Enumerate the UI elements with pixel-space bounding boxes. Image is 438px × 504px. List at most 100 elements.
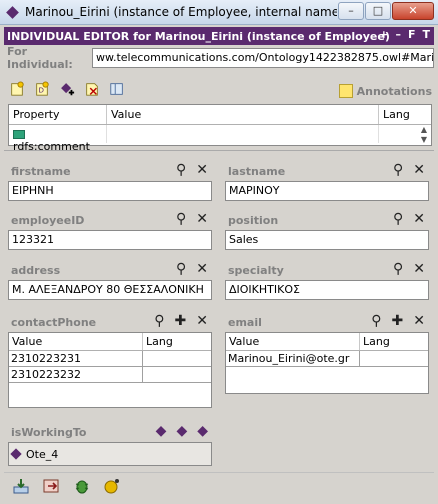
firstname-field[interactable]: ΕΙΡΗΝΗ: [8, 181, 212, 201]
search-icon[interactable]: ⚲: [393, 211, 403, 227]
table-row[interactable]: Marinou_Eirini@ote.gr: [226, 351, 428, 367]
add-icon[interactable]: ✚: [392, 313, 404, 329]
column-header-lang[interactable]: Lang: [143, 333, 211, 350]
column-header-value[interactable]: Value: [9, 333, 143, 350]
table-row[interactable]: rdfs:comment: [9, 125, 431, 153]
table-row[interactable]: 2310223232: [9, 367, 211, 383]
lastname-block: lastname ⚲ ✕ ΜΑΡΙΝΟΥ: [225, 161, 429, 201]
annotation-lang-cell[interactable]: [379, 125, 419, 143]
table-row[interactable]: 2310223231: [9, 351, 211, 367]
phone-lang-cell[interactable]: [143, 351, 211, 366]
annotation-value-cell[interactable]: [107, 125, 379, 143]
column-header-value[interactable]: Value: [107, 105, 379, 124]
add-icon[interactable]: ✚: [175, 313, 187, 329]
contactphone-buttons: ⚲ ✚ ✕: [154, 313, 208, 329]
editor-title: INDIVIDUAL EDITOR for Marinou_Eirini (in…: [7, 29, 390, 43]
column-header-value[interactable]: Value: [226, 333, 360, 350]
contactphone-table: Value Lang 2310223231 2310223232: [8, 332, 212, 408]
import-icon[interactable]: [12, 477, 32, 495]
annotation-toolbar: D: [8, 78, 126, 100]
window-buttons: – □ ✕: [338, 2, 434, 20]
divider: [4, 150, 434, 151]
list-item[interactable]: Ote_4: [26, 448, 58, 461]
header-minus-button[interactable]: –: [395, 28, 401, 41]
search-icon[interactable]: ⚲: [176, 162, 186, 178]
add-instance-icon[interactable]: ◆: [176, 423, 187, 439]
maximize-button[interactable]: □: [365, 2, 391, 20]
isworkingto-list: Ote_4: [8, 442, 212, 466]
delete-icon[interactable]: ✕: [196, 313, 208, 329]
annotations-table-header: Property Value Lang: [9, 105, 431, 125]
delete-icon[interactable]: [83, 80, 101, 98]
contactphone-table-header: Value Lang: [9, 333, 211, 351]
annotation-property-name: rdfs:comment: [13, 140, 90, 153]
position-buttons: ⚲ ✕: [393, 211, 425, 227]
address-field[interactable]: Μ. ΑΛΕΞΑΝΔΡΟΥ 80 ΘΕΣΣΑΛΟΝΙΚΗ: [8, 280, 212, 300]
table-scroll-arrows[interactable]: ▲ ▼: [417, 125, 431, 145]
delete-icon[interactable]: ✕: [196, 162, 208, 178]
email-lang-cell[interactable]: [360, 351, 428, 366]
firstname-block: firstname ⚲ ✕ ΕΙΡΗΝΗ: [8, 161, 212, 201]
search-icon[interactable]: ⚲: [176, 261, 186, 277]
for-individual-label: For Individual:: [7, 45, 73, 71]
search-icon[interactable]: ⚲: [176, 211, 186, 227]
email-buttons: ⚲ ✚ ✕: [371, 313, 425, 329]
create-instance-icon[interactable]: ◆: [156, 423, 167, 439]
close-button[interactable]: ✕: [392, 2, 434, 20]
create-class-icon[interactable]: D: [33, 80, 51, 98]
phone-value-cell[interactable]: 2310223231: [9, 351, 143, 366]
lastname-field[interactable]: ΜΑΡΙΝΟΥ: [225, 181, 429, 201]
column-header-property[interactable]: Property: [9, 105, 107, 124]
bottom-toolbar: [4, 472, 434, 498]
email-table-header: Value Lang: [226, 333, 428, 351]
lastname-buttons: ⚲ ✕: [393, 162, 425, 178]
for-individual-field[interactable]: ww.telecommunications.com/Ontology142238…: [92, 48, 434, 68]
employeeid-field[interactable]: 123321: [8, 230, 212, 250]
address-buttons: ⚲ ✕: [176, 261, 208, 277]
email-value-cell[interactable]: Marinou_Eirini@ote.gr: [226, 351, 360, 366]
window-titlebar: Marinou_Eirini (instance of Employee, in…: [0, 0, 438, 25]
search-icon[interactable]: ⚲: [393, 162, 403, 178]
position-field[interactable]: Sales: [225, 230, 429, 250]
annotations-table: Property Value Lang rdfs:comment ▲ ▼: [8, 104, 432, 153]
search-icon[interactable]: ⚲: [154, 313, 164, 329]
contactphone-block: contactPhone ⚲ ✚ ✕ Value Lang 2310223231…: [8, 312, 212, 408]
key-icon[interactable]: [102, 477, 122, 495]
bug-icon[interactable]: [72, 477, 92, 495]
specialty-block: specialty ⚲ ✕ ΔΙΟΙΚΗΤΙΚΟΣ: [225, 260, 429, 300]
for-individual-row: For Individual: ww.telecommunications.co…: [4, 45, 434, 71]
phone-value-cell[interactable]: 2310223232: [9, 367, 143, 382]
header-plus-button[interactable]: +: [379, 28, 388, 41]
delete-icon[interactable]: ✕: [196, 261, 208, 277]
header-buttons: + – F T: [379, 28, 430, 41]
remove-instance-icon[interactable]: ◆: [197, 423, 208, 439]
column-header-lang[interactable]: Lang: [379, 105, 419, 124]
isworkingto-buttons: ◆ ◆ ◆: [156, 423, 208, 439]
specialty-buttons: ⚲ ✕: [393, 261, 425, 277]
specialty-field[interactable]: ΔΙΟΙΚΗΤΙΚΟΣ: [225, 280, 429, 300]
delete-icon[interactable]: ✕: [413, 261, 425, 277]
delete-icon[interactable]: ✕: [196, 211, 208, 227]
header-f-button[interactable]: F: [408, 28, 416, 41]
note-icon: [338, 84, 353, 98]
search-icon[interactable]: ⚲: [393, 261, 403, 277]
rdfs-comment-icon: [13, 129, 25, 139]
phone-lang-cell[interactable]: [143, 367, 211, 382]
header-t-button[interactable]: T: [422, 28, 430, 41]
email-block: email ⚲ ✚ ✕ Value Lang Marinou_Eirini@ot…: [225, 312, 429, 394]
exit-icon[interactable]: [42, 477, 62, 495]
column-header-lang[interactable]: Lang: [360, 333, 428, 350]
search-icon[interactable]: ⚲: [371, 313, 381, 329]
delete-icon[interactable]: ✕: [413, 211, 425, 227]
delete-icon[interactable]: ✕: [413, 313, 425, 329]
delete-icon[interactable]: ✕: [413, 162, 425, 178]
add-instance-icon[interactable]: [58, 80, 76, 98]
window-title: Marinou_Eirini (instance of Employee, in…: [25, 5, 337, 19]
annotations-header: Annotations: [338, 84, 432, 98]
annotation-property-cell: rdfs:comment: [9, 125, 107, 153]
create-instance-icon[interactable]: [8, 80, 26, 98]
minimize-button[interactable]: –: [338, 2, 364, 20]
view-icon[interactable]: [108, 80, 126, 98]
email-table: Value Lang Marinou_Eirini@ote.gr: [225, 332, 429, 394]
address-block: address ⚲ ✕ Μ. ΑΛΕΞΑΝΔΡΟΥ 80 ΘΕΣΣΑΛΟΝΙΚΗ: [8, 260, 212, 300]
